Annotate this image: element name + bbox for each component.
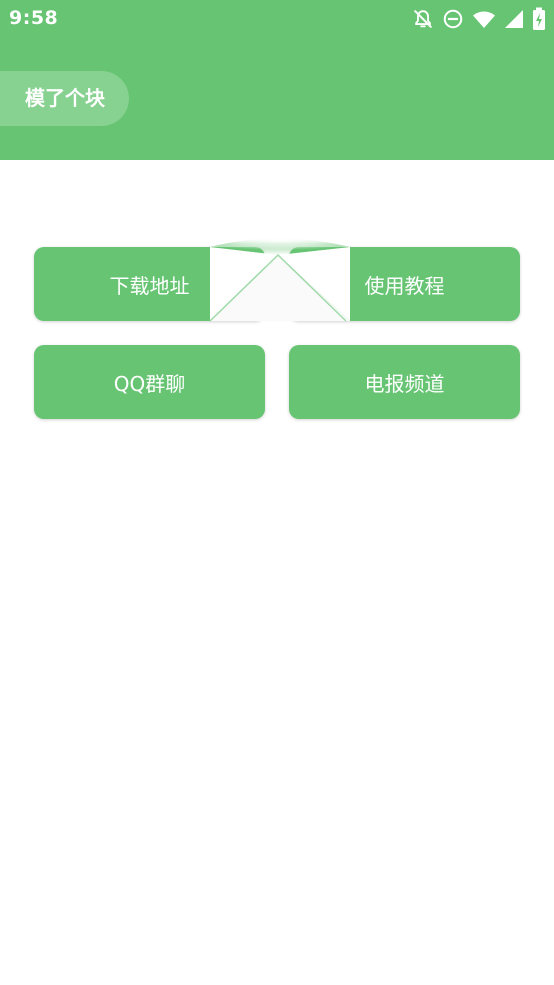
app-title: 模了个块 bbox=[25, 86, 105, 110]
wifi-icon bbox=[472, 8, 496, 30]
app-header: 9:58 模了个块 bbox=[0, 0, 554, 160]
status-bar: 9:58 bbox=[0, 0, 554, 38]
download-button[interactable]: 下载地址 bbox=[34, 247, 265, 321]
app-title-pill[interactable]: 模了个块 bbox=[0, 71, 129, 126]
notifications-off-icon bbox=[412, 8, 434, 30]
qq-group-button[interactable]: QQ群聊 bbox=[34, 345, 265, 419]
telegram-channel-button[interactable]: 电报频道 bbox=[289, 345, 520, 419]
status-time: 9:58 bbox=[9, 7, 59, 29]
cell-signal-icon bbox=[504, 9, 524, 29]
do-not-disturb-icon bbox=[442, 8, 464, 30]
tutorial-button[interactable]: 使用教程 bbox=[289, 247, 520, 321]
status-icons bbox=[412, 7, 546, 31]
battery-charging-icon bbox=[532, 7, 546, 31]
